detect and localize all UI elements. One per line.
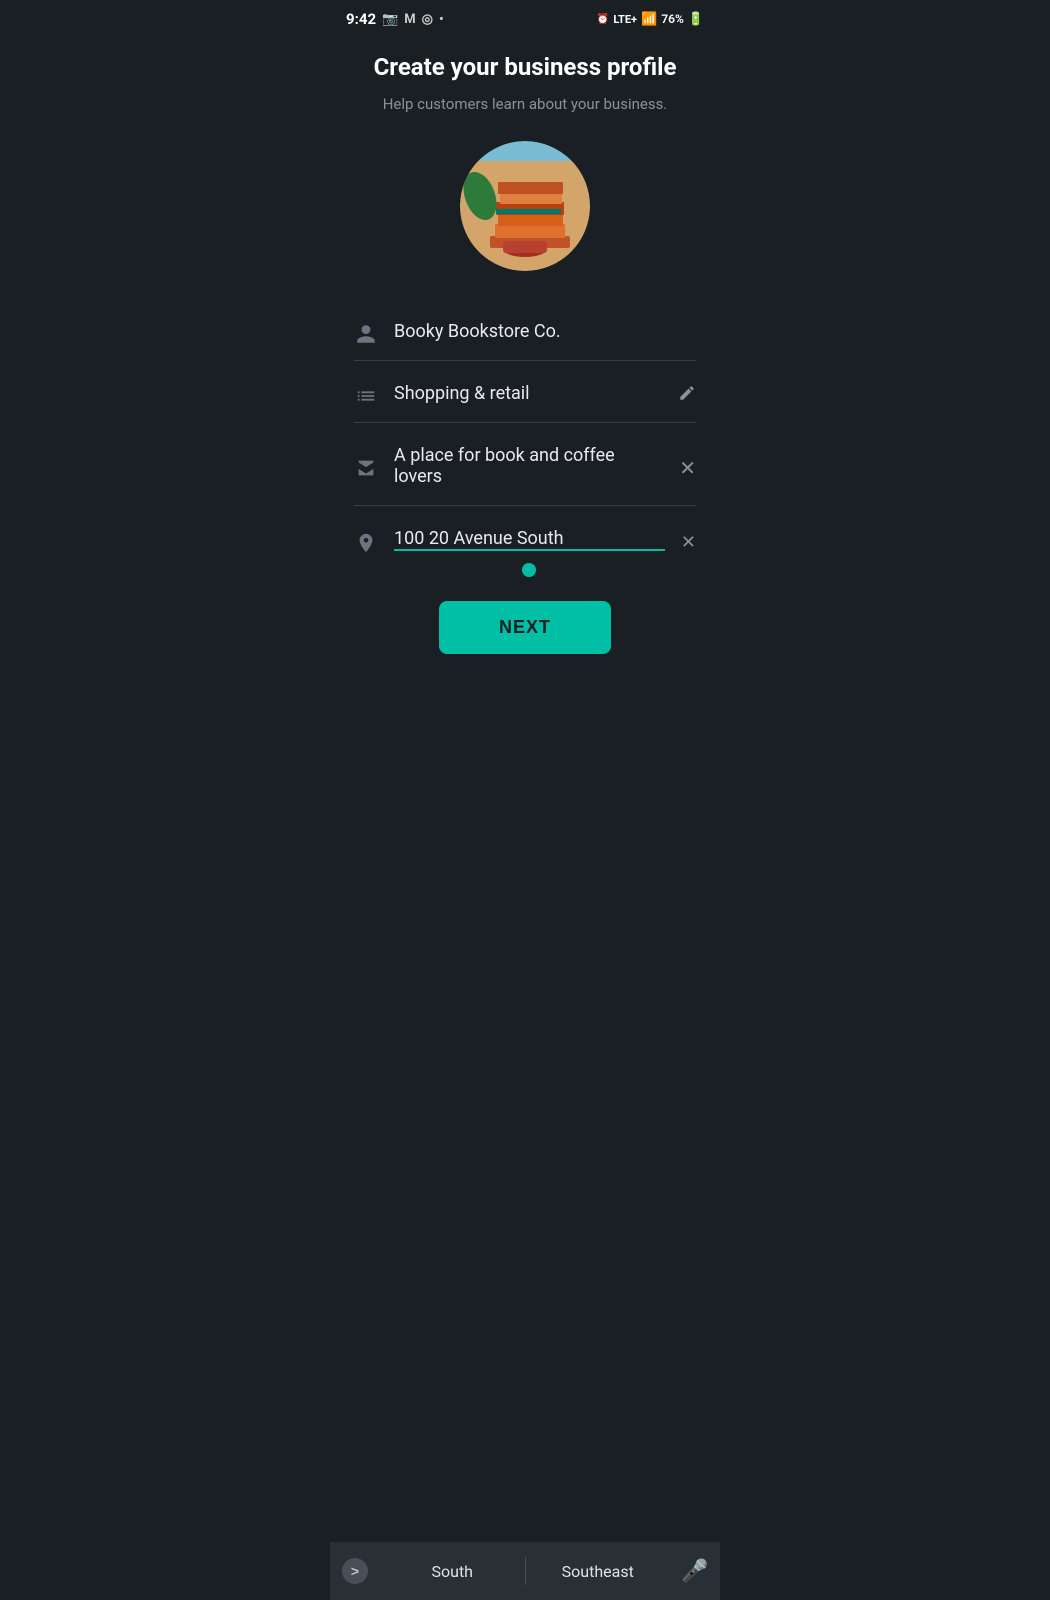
keyboard-bar: > South Southeast 🎤 xyxy=(330,1542,720,1600)
main-content: Create your business profile Help custom… xyxy=(330,32,720,654)
status-indicators: ⏰ LTE+ 📶 76% 🔋 xyxy=(597,12,704,27)
suggestion-south[interactable]: South xyxy=(380,1542,525,1600)
page-subtitle: Help customers learn about your business… xyxy=(354,95,696,113)
person-icon xyxy=(354,323,378,345)
microphone-button[interactable]: 🎤 xyxy=(670,1542,720,1600)
microphone-icon: 🎤 xyxy=(681,1558,708,1584)
avatar[interactable] xyxy=(460,141,590,271)
edit-category-button[interactable] xyxy=(678,384,696,407)
address-value[interactable]: 100 20 Avenue South xyxy=(394,528,665,549)
address-field-row[interactable]: 100 20 Avenue South ✕ xyxy=(354,514,696,569)
keyboard-suggestions: South Southeast xyxy=(380,1542,670,1600)
next-button-container: NEXT xyxy=(354,601,696,654)
address-input-area[interactable]: 100 20 Avenue South xyxy=(394,528,665,569)
suggestion-southeast[interactable]: Southeast xyxy=(526,1542,671,1600)
cursor-dot xyxy=(522,563,536,577)
page-title: Create your business profile xyxy=(354,52,696,83)
description-value[interactable]: A place for book and coffee lovers xyxy=(394,445,663,491)
business-name-field[interactable]: Booky Bookstore Co. xyxy=(354,307,696,361)
avatar-container[interactable] xyxy=(354,141,696,271)
business-name-value[interactable]: Booky Bookstore Co. xyxy=(394,321,696,346)
address-underline xyxy=(394,549,665,551)
expand-icon: > xyxy=(342,1558,368,1584)
category-icon xyxy=(354,385,378,407)
category-field[interactable]: Shopping & retail xyxy=(354,369,696,423)
description-field[interactable]: A place for book and coffee lovers ✕ xyxy=(354,431,696,506)
clear-description-button[interactable]: ✕ xyxy=(679,456,696,480)
clear-address-button[interactable]: ✕ xyxy=(681,528,696,553)
status-time: 9:42 📷 M ◎ • xyxy=(346,10,444,28)
keyboard-expand-button[interactable]: > xyxy=(330,1542,380,1600)
category-value[interactable]: Shopping & retail xyxy=(394,383,662,408)
location-icon xyxy=(354,528,378,554)
next-button[interactable]: NEXT xyxy=(439,601,611,654)
store-icon xyxy=(354,457,378,479)
status-bar: 9:42 📷 M ◎ • ⏰ LTE+ 📶 76% 🔋 xyxy=(330,0,720,32)
